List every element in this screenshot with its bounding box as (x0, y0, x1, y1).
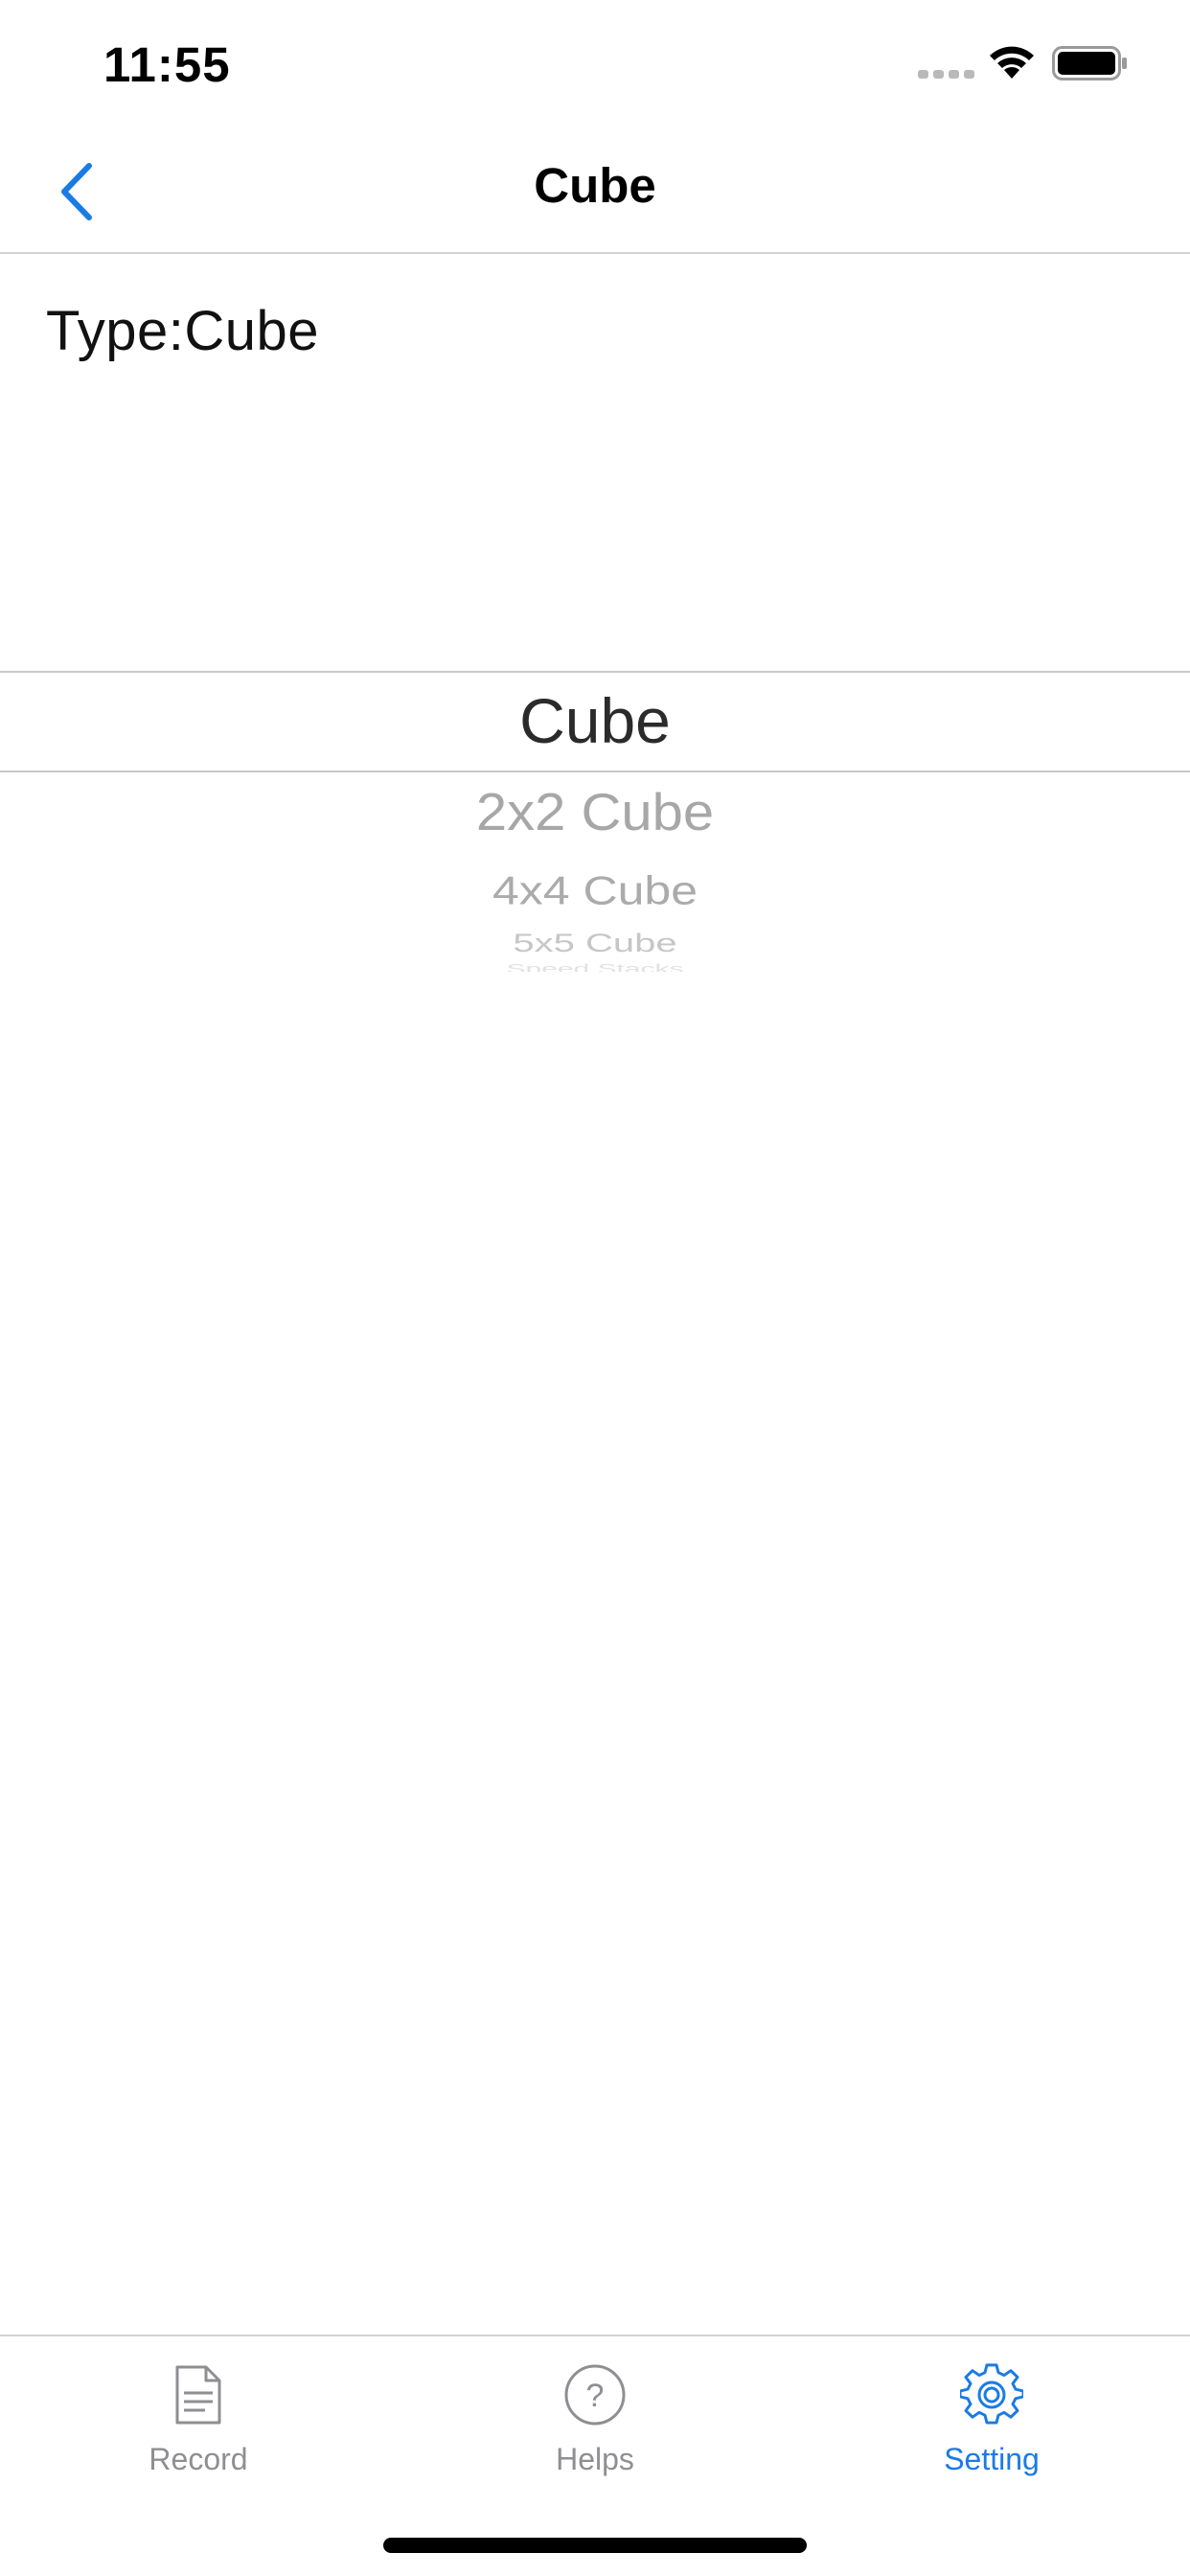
status-bar: 11:55 (0, 0, 1190, 126)
tab-label: Record (149, 2442, 248, 2476)
status-time: 11:55 (103, 37, 231, 92)
tab-label: Helps (556, 2442, 634, 2476)
question-circle-icon: ? (561, 2361, 629, 2428)
picker-option[interactable]: 4x4 Cube (0, 867, 1190, 914)
tab-label: Setting (944, 2442, 1040, 2476)
type-label: Type:Cube (46, 300, 320, 362)
cube-type-picker[interactable]: Cube 2x2 Cube 4x4 Cube 5x5 Cube Speed St… (0, 671, 1190, 978)
document-icon (165, 2361, 232, 2428)
tab-setting[interactable]: Setting (793, 2336, 1190, 2496)
picker-option[interactable]: 5x5 Cube (0, 929, 1190, 958)
wifi-icon (985, 40, 1039, 82)
navigation-bar: Cube (0, 126, 1190, 254)
page-title: Cube (534, 158, 656, 213)
screen: 11:55 Cube Type:Cube Cube 2x2 Cube 4x4 C… (0, 0, 1190, 2576)
picker-option[interactable]: Speed Stacks (0, 962, 1190, 972)
svg-text:?: ? (586, 2378, 605, 2414)
gear-icon (958, 2361, 1025, 2428)
picker-option-selected[interactable]: Cube (0, 684, 1190, 757)
home-indicator (383, 2538, 807, 2553)
tab-record[interactable]: Record (0, 2336, 397, 2496)
cellular-signal-icon (918, 67, 975, 80)
battery-icon (1052, 44, 1129, 82)
tab-helps[interactable]: ? Helps (397, 2336, 793, 2496)
picker-option[interactable]: 2x2 Cube (0, 782, 1190, 843)
